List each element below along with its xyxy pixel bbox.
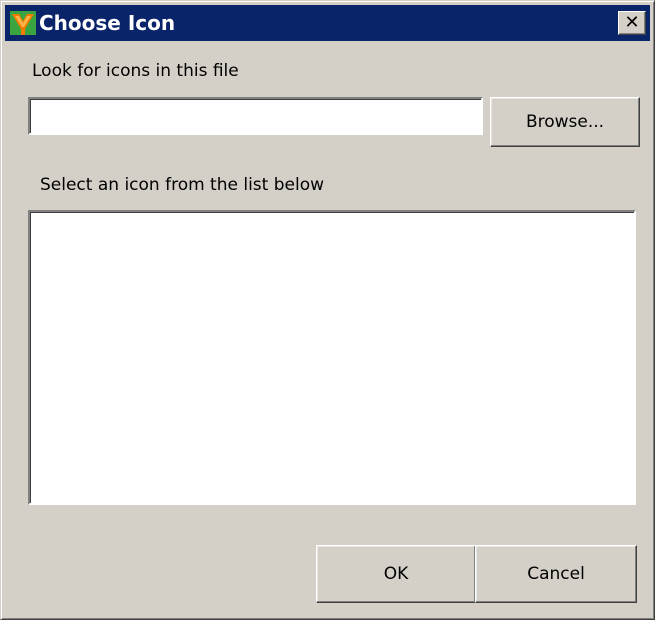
cancel-button-label: Cancel <box>527 564 585 584</box>
close-button[interactable]: ✕ <box>618 11 646 35</box>
choose-icon-dialog: Choose Icon ✕ Look for icons in this fil… <box>0 0 655 620</box>
list-label: Select an icon from the list below <box>40 175 325 195</box>
icon-file-input[interactable] <box>28 97 483 135</box>
browse-button-label: Browse... <box>525 112 605 132</box>
ok-button-label: OK <box>383 564 409 584</box>
file-label: Look for icons in this file <box>32 61 239 81</box>
title-bar[interactable]: Choose Icon ✕ <box>5 5 650 41</box>
app-logo-icon <box>9 9 37 37</box>
window-title: Choose Icon <box>39 11 176 35</box>
close-icon: ✕ <box>624 12 640 33</box>
browse-button[interactable]: Browse... <box>490 97 640 147</box>
icon-list[interactable] <box>28 210 636 505</box>
cancel-button[interactable]: Cancel <box>475 545 637 603</box>
ok-button[interactable]: OK <box>316 545 476 603</box>
